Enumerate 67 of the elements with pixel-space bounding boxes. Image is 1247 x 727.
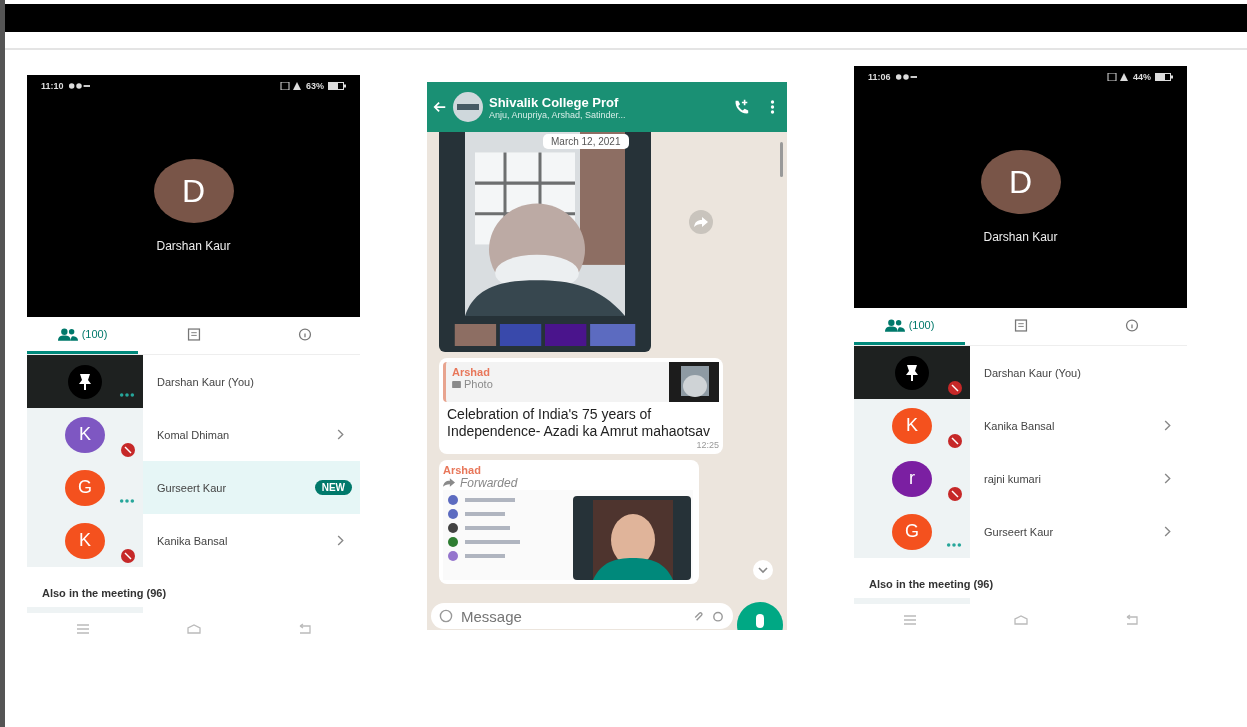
signal-icon (1107, 73, 1129, 81)
scroll-down-icon[interactable] (753, 560, 773, 580)
people-icon (884, 318, 905, 332)
media-album[interactable] (439, 132, 651, 352)
forwarded-label: Forwarded (460, 475, 518, 490)
chevron-icon[interactable] (1163, 420, 1171, 431)
participant-avatar: K (65, 522, 105, 559)
status-time: 11:06 (868, 72, 891, 82)
notification-icons (67, 82, 90, 90)
participant-row[interactable]: G Gurseert Kaur NEW (27, 461, 360, 514)
chat-title: Shivalik College Prof (489, 94, 620, 110)
message-text: Celebration of India's 75 years of Independence- Azadi ka Amrut mahaotsav (446, 405, 712, 440)
participant-name: Darshan Kaur (You) (983, 366, 1082, 379)
section-label: Also in the meeting (96) (868, 577, 995, 592)
share-icon[interactable] (689, 210, 713, 234)
chat-members: Anju, Anupriya, Arshad, Satinder... (489, 109, 627, 120)
participant-avatar: K (65, 416, 105, 453)
notification-icons (894, 73, 917, 81)
status-time: 11:10 (41, 81, 64, 91)
photo-icon (452, 380, 461, 388)
chevron-icon[interactable] (1163, 473, 1171, 484)
battery-icon (1155, 73, 1173, 81)
participant-avatar: r (892, 460, 932, 497)
date-chip: March 12, 2021 (543, 134, 629, 149)
battery-percent: 44% (1133, 72, 1151, 82)
signal-icon (280, 82, 302, 90)
new-badge: NEW (314, 480, 352, 495)
chevron-icon[interactable] (336, 429, 344, 440)
participant-avatar: K (892, 407, 932, 444)
forward-icon (443, 478, 455, 488)
group-avatar-icon[interactable] (453, 92, 483, 122)
participant-avatar: G (892, 513, 932, 550)
battery-icon (328, 82, 346, 90)
back-arrow-icon[interactable] (433, 100, 447, 114)
participant-avatar: G (65, 469, 105, 506)
speaker-avatar: D (980, 150, 1061, 214)
chevron-icon[interactable] (336, 535, 344, 546)
participant-name: Gurseert Kaur (156, 481, 228, 494)
participant-name: Kanika Bansal (156, 534, 229, 547)
participant-name: Darshan Kaur (You) (156, 375, 255, 388)
message-field[interactable]: Message (459, 606, 685, 626)
pin-icon (68, 364, 102, 399)
more-options-icon[interactable] (770, 98, 775, 116)
participant-name: Komal Dhiman (156, 428, 231, 441)
participant-name: rajni kumari (983, 472, 1042, 485)
pin-icon (895, 355, 929, 390)
sender-name: Arshad (443, 463, 482, 476)
emoji-icon[interactable] (439, 609, 453, 623)
battery-percent: 63% (306, 81, 324, 91)
section-label: Also in the meeting (96) (41, 586, 168, 601)
speaker-name: Darshan Kaur (156, 239, 231, 253)
participant-name: Kanika Bansal (983, 419, 1056, 432)
menu-icon[interactable] (74, 623, 91, 635)
speaker-avatar: D (153, 159, 234, 223)
menu-icon[interactable] (901, 614, 918, 626)
speaker-name: Darshan Kaur (983, 230, 1058, 244)
home-icon[interactable] (185, 623, 202, 635)
quote-author: Arshad (452, 366, 491, 378)
quote-type: Photo (464, 378, 493, 390)
chevron-icon[interactable] (1163, 526, 1171, 537)
scrollbar (780, 142, 783, 177)
message-input[interactable]: Message (431, 603, 733, 629)
camera-icon[interactable] (711, 609, 725, 623)
message-time: 12:25 (696, 439, 719, 450)
participant-name: Gurseert Kaur (983, 525, 1055, 538)
home-icon[interactable] (1012, 614, 1029, 626)
people-icon (57, 327, 78, 341)
